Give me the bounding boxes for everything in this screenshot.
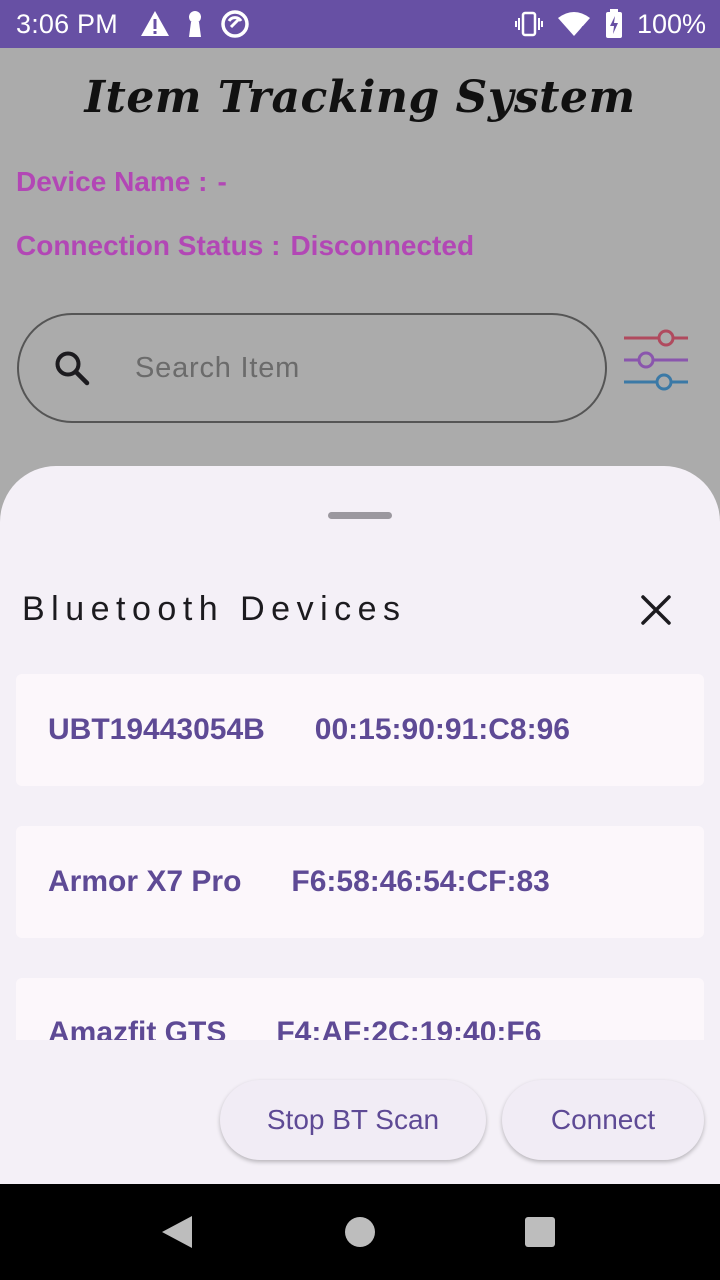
stop-bt-scan-button[interactable]: Stop BT Scan [220,1080,486,1160]
status-system-icons: 4 100% [514,8,706,40]
sheet-title: Bluetooth Devices [22,590,407,628]
status-notification-icons [140,9,250,39]
device-name-label: Device Name : [16,166,208,197]
battery-percent: 100% [636,8,706,39]
svg-text:4: 4 [579,25,585,36]
device-name-row: Device Name :- [16,166,227,198]
close-icon [641,595,671,625]
device-item-name: UBT19443054B [48,713,265,746]
back-icon[interactable] [160,1214,194,1250]
keyhole-icon [188,11,201,37]
battery-charging-icon [605,9,622,38]
device-item-address: F4:AF:2C:19:40:F6 [276,1016,542,1040]
connection-status-label: Connection Status : [16,230,281,261]
device-list[interactable]: UBT19443054B 00:15:90:91:C8:96 Armor X7 … [16,674,704,1040]
sync-icon [221,10,249,38]
device-item-name: Armor X7 Pro [48,865,242,898]
bluetooth-devices-sheet: Bluetooth Devices UBT19443054B 00:15:90:… [0,466,720,1184]
search-input[interactable] [133,350,537,386]
device-list-item[interactable]: UBT19443054B 00:15:90:91:C8:96 [16,674,704,786]
filter-sliders-icon[interactable] [622,326,690,394]
device-name-value: - [217,166,227,197]
connect-button[interactable]: Connect [502,1080,704,1160]
drag-handle[interactable] [328,512,392,519]
app-title: Item Tracking System [84,72,636,123]
close-button[interactable] [626,580,686,640]
device-item-name: Amazfit GTS [48,1016,227,1040]
wifi-icon: 4 [557,12,590,36]
vibrate-icon [514,11,543,37]
search-box[interactable] [17,313,607,423]
device-list-item[interactable]: Armor X7 Pro F6:58:46:54:CF:83 [16,826,704,938]
status-bar: 3:06 PM 4 100% [0,0,720,48]
device-item-address: 00:15:90:91:C8:96 [314,713,570,746]
home-icon[interactable] [345,1217,375,1247]
device-item-address: F6:58:46:54:CF:83 [291,865,550,898]
connection-status-value: Disconnected [290,230,475,261]
navigation-bar [0,1184,720,1280]
connection-status-row: Connection Status : Disconnected [16,230,474,262]
recents-icon[interactable] [525,1217,555,1247]
search-icon [55,351,90,386]
status-time: 3:06 PM [16,8,118,39]
device-list-item[interactable]: Amazfit GTS F4:AF:2C:19:40:F6 [16,978,704,1040]
alert-icon [140,11,169,36]
